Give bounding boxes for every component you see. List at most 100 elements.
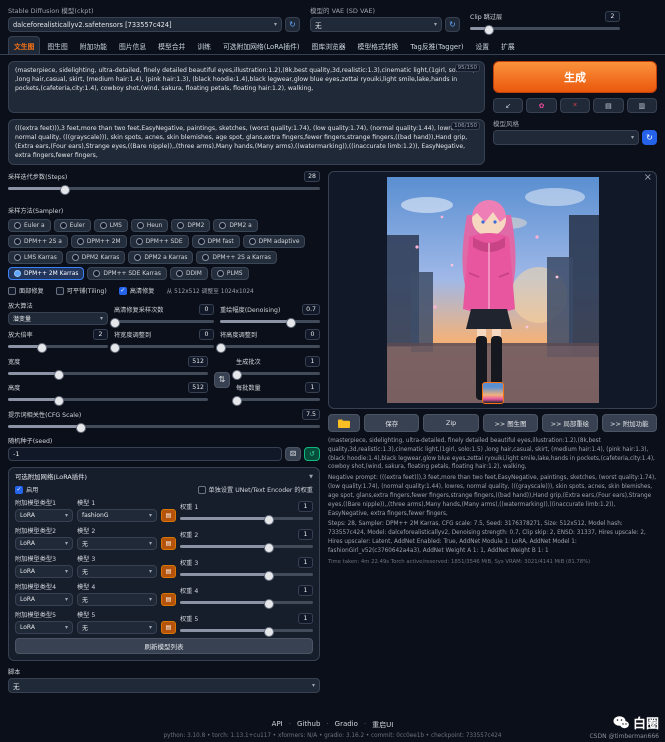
- sampler-ddim[interactable]: DDIM: [170, 267, 208, 280]
- lora-weight-slider-track[interactable]: [180, 517, 313, 520]
- sampler-dpmpp-2m-karras[interactable]: DPM++ 2M Karras: [8, 267, 84, 280]
- resize-height-slider-track[interactable]: [220, 345, 320, 348]
- refresh-checkpoint-button[interactable]: ↻: [285, 17, 300, 32]
- sampler-dpm2[interactable]: DPM2: [171, 219, 210, 232]
- model-metadata-button[interactable]: ▤: [161, 593, 176, 606]
- cfg-scale-slider-track[interactable]: [8, 425, 320, 428]
- sampler-dpm2-a[interactable]: DPM2 a: [213, 219, 257, 232]
- refresh-styles-button[interactable]: ↻: [642, 130, 657, 145]
- sampler-dpmpp-2s-a[interactable]: DPM++ 2S a: [8, 235, 68, 248]
- script-dropdown[interactable]: 无 ▾: [8, 678, 320, 693]
- lora-type-dropdown[interactable]: LoRA ▾: [15, 509, 73, 522]
- lora-model-dropdown[interactable]: 无 ▾: [77, 593, 157, 606]
- tab-settings[interactable]: 设置: [471, 37, 495, 54]
- sampler-dpmpp-sde-karras[interactable]: DPM++ SDE Karras: [87, 267, 167, 280]
- reload-ui-link[interactable]: 重启UI: [372, 720, 393, 730]
- sampler-lms-karras[interactable]: LMS Karras: [8, 251, 63, 264]
- github-link[interactable]: Github: [297, 720, 320, 730]
- open-folder-button[interactable]: [328, 414, 360, 432]
- sampler-euler-a[interactable]: Euler a: [8, 219, 51, 232]
- sampler-dpmpp-2s-a-karras[interactable]: DPM++ 2S a Karras: [196, 251, 277, 264]
- tab-tagger[interactable]: Tag反推(Tagger): [405, 37, 468, 54]
- width-slider-track[interactable]: [8, 372, 208, 375]
- height-slider-track[interactable]: [8, 398, 208, 401]
- refresh-vae-button[interactable]: ↻: [445, 17, 460, 32]
- lora-model-dropdown[interactable]: 无 ▾: [77, 621, 157, 634]
- lora-weight-value-input[interactable]: 1: [298, 557, 313, 568]
- lora-weight-value-input[interactable]: 1: [298, 613, 313, 624]
- width-value-input[interactable]: 512: [188, 356, 208, 367]
- model-metadata-button[interactable]: ▤: [161, 565, 176, 578]
- tab-extensions[interactable]: 扩展: [496, 37, 520, 54]
- reuse-seed-button[interactable]: ↺: [304, 447, 320, 461]
- hires-fix-checkbox[interactable]: 高清修复: [119, 286, 155, 295]
- denoising-slider-track[interactable]: [220, 320, 320, 323]
- checkpoint-dropdown[interactable]: dalceforealisticallyv2.safetensors [7335…: [8, 17, 282, 32]
- tab-checkpoint-merger[interactable]: 模型合并: [153, 37, 190, 54]
- negative-prompt-input[interactable]: (((extra feet))),3 feet,more than two fe…: [15, 124, 478, 160]
- send-to-inpaint-button[interactable]: >> 局部重绘: [542, 414, 597, 432]
- vae-dropdown[interactable]: 无 ▾: [310, 17, 442, 32]
- api-link[interactable]: API: [272, 720, 283, 730]
- restore-faces-checkbox[interactable]: 面部修复: [8, 286, 44, 295]
- seed-input[interactable]: -1: [8, 447, 282, 461]
- lora-enable-checkbox[interactable]: 启用: [15, 485, 38, 494]
- model-metadata-button[interactable]: ▤: [161, 509, 176, 522]
- steps-slider-track[interactable]: [8, 187, 320, 190]
- sampler-dpmpp-2m[interactable]: DPM++ 2M: [71, 235, 127, 248]
- generated-image[interactable]: [387, 177, 599, 403]
- sampler-dpm-fast[interactable]: DPM fast: [192, 235, 240, 248]
- tab-additional-networks[interactable]: 可选附加网络(LoRA插件): [218, 37, 305, 54]
- resize-width-value-input[interactable]: 0: [199, 329, 214, 340]
- sampler-euler[interactable]: Euler: [54, 219, 91, 232]
- upscale-by-value-input[interactable]: 2: [93, 329, 108, 340]
- tab-img2img[interactable]: 图生图: [42, 37, 72, 54]
- gallery-thumbnail[interactable]: [482, 382, 504, 404]
- sampler-dpmpp-sde[interactable]: DPM++ SDE: [130, 235, 189, 248]
- sampler-dpm2-a-karras[interactable]: DPM2 a Karras: [128, 251, 193, 264]
- batch-count-value-input[interactable]: 1: [305, 356, 320, 367]
- lora-type-dropdown[interactable]: LoRA ▾: [15, 621, 73, 634]
- generate-button[interactable]: 生成: [493, 61, 657, 93]
- lora-weight-slider-track[interactable]: [180, 629, 313, 632]
- paste-params-button[interactable]: ↙: [493, 98, 523, 113]
- lora-model-dropdown[interactable]: 无 ▾: [77, 537, 157, 550]
- gradio-link[interactable]: Gradio: [335, 720, 358, 730]
- random-seed-button[interactable]: ⚄: [285, 447, 301, 461]
- positive-prompt-input[interactable]: (masterpiece, sidelighting, ultra-detail…: [15, 66, 478, 108]
- sampler-dpm2-karras[interactable]: DPM2 Karras: [66, 251, 126, 264]
- model-metadata-button[interactable]: ▤: [161, 537, 176, 550]
- upscaler-dropdown[interactable]: 潜变量 ▾: [8, 312, 108, 325]
- lora-weight-value-input[interactable]: 1: [298, 529, 313, 540]
- close-image-button[interactable]: ×: [644, 172, 652, 183]
- lora-weight-slider-track[interactable]: [180, 545, 313, 548]
- tab-extras[interactable]: 附加功能: [75, 37, 112, 54]
- zip-button[interactable]: Zip: [423, 414, 478, 432]
- tiling-checkbox[interactable]: 可平铺(Tiling): [56, 286, 107, 295]
- extra-networks-button[interactable]: ✿: [526, 98, 556, 113]
- cfg-scale-value-input[interactable]: 7.5: [302, 409, 320, 420]
- send-to-img2img-button[interactable]: >> 图生图: [483, 414, 538, 432]
- lora-model-dropdown[interactable]: 无 ▾: [77, 565, 157, 578]
- sampler-heun[interactable]: Heun: [131, 219, 169, 232]
- send-to-extras-button[interactable]: >> 附加功能: [602, 414, 657, 432]
- clear-prompt-button[interactable]: ×: [560, 98, 590, 113]
- lora-model-dropdown[interactable]: fashionG ▾: [77, 509, 157, 522]
- tab-png-info[interactable]: 图片信息: [114, 37, 151, 54]
- lora-type-dropdown[interactable]: LoRA ▾: [15, 565, 73, 578]
- tab-train[interactable]: 训练: [192, 37, 216, 54]
- save-style-button[interactable]: ▥: [627, 98, 657, 113]
- sampler-plms[interactable]: PLMS: [211, 267, 249, 280]
- tab-image-browser[interactable]: 图库浏览器: [307, 37, 351, 54]
- batch-count-slider-track[interactable]: [236, 372, 320, 375]
- batch-size-value-input[interactable]: 1: [305, 382, 320, 393]
- batch-size-slider-track[interactable]: [236, 398, 320, 401]
- lora-weight-slider-track[interactable]: [180, 601, 313, 604]
- resize-height-value-input[interactable]: 0: [305, 329, 320, 340]
- model-metadata-button[interactable]: ▤: [161, 621, 176, 634]
- lora-weight-value-input[interactable]: 1: [298, 585, 313, 596]
- lora-weight-slider-track[interactable]: [180, 573, 313, 576]
- lora-separate-weights-checkbox[interactable]: 单独设置 UNet/Text Encoder 的权重: [198, 485, 314, 494]
- steps-value-input[interactable]: 28: [304, 171, 320, 182]
- clip-skip-value-input[interactable]: 2: [605, 11, 620, 22]
